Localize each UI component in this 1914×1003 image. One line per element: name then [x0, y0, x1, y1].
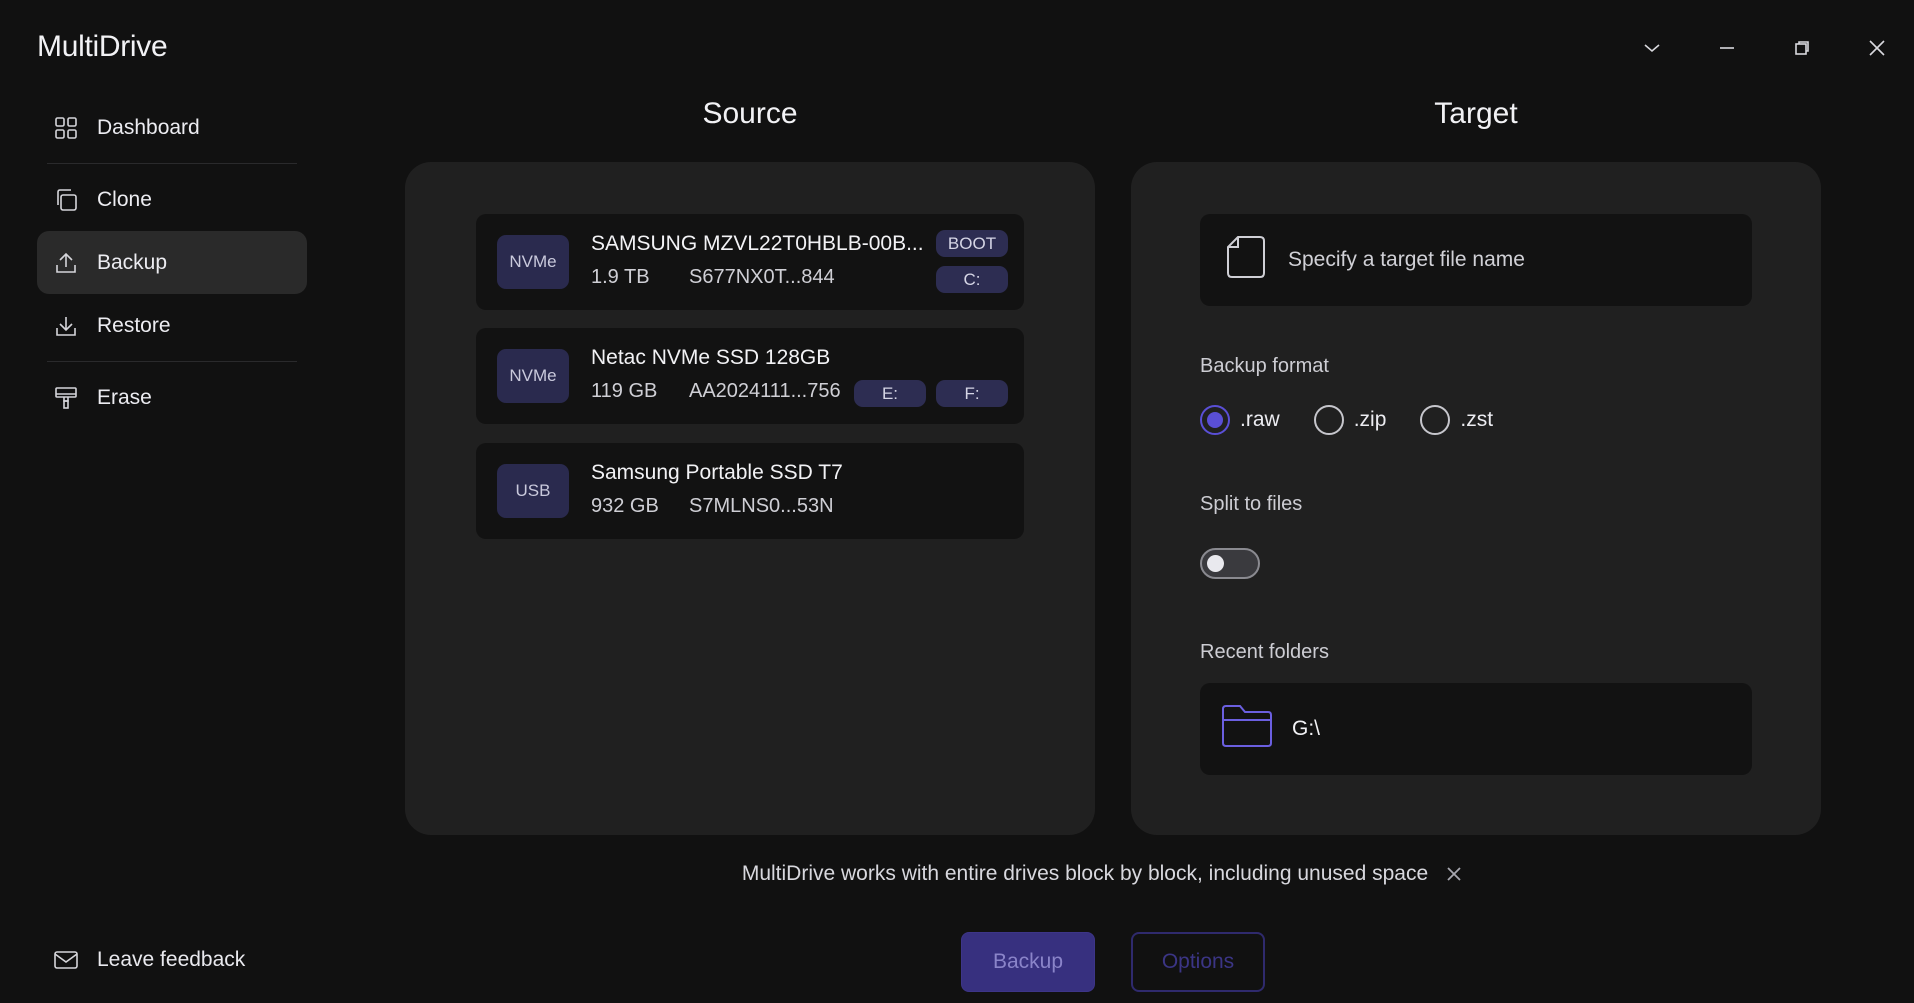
copy-icon — [53, 187, 79, 213]
file-icon — [1226, 235, 1266, 285]
app-title: MultiDrive — [37, 30, 168, 63]
download-icon — [53, 313, 79, 339]
paint-roller-icon — [53, 385, 79, 411]
sidebar-item-label: Backup — [97, 250, 168, 274]
boot-tag: BOOT — [936, 230, 1008, 257]
drive-card-samsung-t7[interactable]: USB Samsung Portable SSD T7 932 GB S7MLN… — [476, 443, 1024, 539]
format-label: .zst — [1460, 408, 1494, 431]
radio-dot — [1313, 405, 1344, 435]
radio-dot — [1200, 405, 1230, 435]
close-icon[interactable] — [1839, 24, 1914, 72]
close-icon[interactable] — [1446, 866, 1462, 882]
drive-serial: S677NX0T...844 — [689, 266, 835, 288]
partition-tag: E: — [854, 380, 926, 407]
recent-folder-path: G:\ — [1292, 717, 1321, 740]
sidebar-item-label: Erase — [97, 385, 152, 409]
sidebar-item-label: Clone — [97, 187, 152, 211]
drive-card-netac[interactable]: NVMe Netac NVMe SSD 128GB 119 GB AA20241… — [476, 328, 1024, 424]
restore-icon[interactable] — [1764, 24, 1839, 72]
sidebar-item-clone[interactable]: Clone — [37, 168, 307, 231]
drive-size: 119 GB — [591, 380, 658, 402]
backup-format-group: .raw .zip .zst — [1200, 405, 1527, 435]
grid-icon — [53, 115, 79, 141]
sidebar: Dashboard Clone Backup Restore Erase — [37, 96, 307, 429]
minimize-icon[interactable] — [1689, 24, 1764, 72]
drive-name: Netac NVMe SSD 128GB — [591, 346, 831, 369]
sidebar-item-restore[interactable]: Restore — [37, 294, 307, 357]
leave-feedback-link[interactable]: Leave feedback — [37, 928, 307, 991]
folder-icon — [1220, 703, 1274, 755]
recent-folder-item[interactable]: G:\ — [1200, 683, 1752, 775]
upload-icon — [53, 250, 79, 276]
sidebar-item-dashboard[interactable]: Dashboard — [37, 96, 307, 159]
drive-size: 932 GB — [591, 495, 659, 517]
source-title: Source — [702, 97, 798, 130]
drive-serial: S7MLNS0...53N — [689, 495, 834, 517]
source-panel: NVMe SAMSUNG MZVL22T0HBLB-00B... 1.9 TB … — [405, 162, 1095, 835]
notice-text: MultiDrive works with entire drives bloc… — [741, 862, 1429, 885]
format-radio-zip[interactable]: .zip — [1313, 405, 1387, 435]
sidebar-item-erase[interactable]: Erase — [37, 366, 307, 429]
format-label: .zip — [1353, 408, 1387, 431]
drive-card-samsung-mzvl[interactable]: NVMe SAMSUNG MZVL22T0HBLB-00B... 1.9 TB … — [476, 214, 1024, 310]
sidebar-item-backup[interactable]: Backup — [37, 231, 307, 294]
drive-type-badge: USB — [497, 464, 569, 518]
partition-tag: C: — [936, 266, 1008, 293]
target-file-input[interactable]: Specify a target file name — [1200, 214, 1752, 306]
recent-folders-label: Recent folders — [1200, 641, 1329, 663]
drive-type-badge: NVMe — [497, 235, 569, 289]
target-panel: Specify a target file name Backup format… — [1131, 162, 1821, 835]
radio-dot — [1420, 405, 1451, 435]
window-controls — [1614, 24, 1914, 72]
drive-size: 1.9 TB — [591, 266, 650, 288]
format-radio-zst[interactable]: .zst — [1420, 405, 1493, 435]
drive-serial: AA2024111...756 — [689, 380, 841, 402]
info-notice: MultiDrive works with entire drives bloc… — [0, 862, 1914, 886]
divider — [47, 361, 297, 362]
backup-format-label: Backup format — [1200, 355, 1329, 377]
target-title: Target — [1434, 97, 1518, 130]
drive-name: SAMSUNG MZVL22T0HBLB-00B... — [591, 232, 924, 255]
partition-tag: F: — [936, 380, 1008, 407]
backup-button[interactable]: Backup — [961, 932, 1095, 992]
drive-type-badge: NVMe — [497, 349, 569, 403]
split-files-label: Split to files — [1200, 493, 1303, 515]
drive-name: Samsung Portable SSD T7 — [591, 461, 843, 484]
format-radio-raw[interactable]: .raw — [1200, 405, 1280, 435]
target-file-placeholder: Specify a target file name — [1288, 248, 1525, 271]
divider — [47, 163, 297, 164]
format-label: .raw — [1240, 408, 1280, 431]
options-button[interactable]: Options — [1131, 932, 1265, 992]
split-files-toggle[interactable] — [1200, 548, 1260, 579]
chevron-down-icon[interactable] — [1614, 24, 1689, 72]
feedback-label: Leave feedback — [97, 947, 246, 971]
sidebar-item-label: Restore — [97, 313, 171, 337]
mail-icon — [53, 947, 79, 973]
sidebar-item-label: Dashboard — [97, 115, 200, 139]
